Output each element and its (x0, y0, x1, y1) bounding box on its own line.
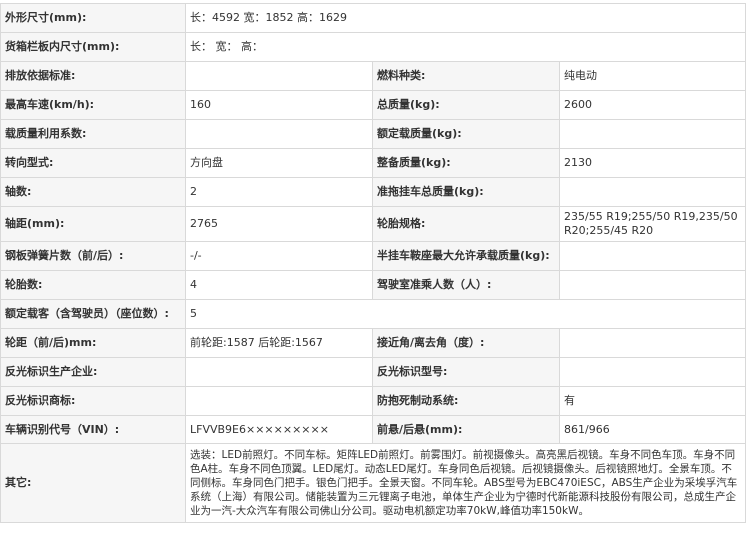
value-rated-load (559, 119, 746, 149)
label-track-width: 轮距（前/后)mm: (0, 328, 186, 358)
table-row: 载质量利用系数: 额定载质量(kg): (0, 119, 746, 149)
label-reflector-brand: 反光标识商标: (0, 386, 186, 416)
label-fuel-type: 燃料种类: (372, 61, 560, 91)
value-cab-capacity (559, 270, 746, 300)
label-reflector-maker: 反光标识生产企业: (0, 357, 186, 387)
value-load-utilization (185, 119, 373, 149)
table-row: 转向型式: 方向盘 整备质量(kg): 2130 (0, 148, 746, 178)
label-saddle-load: 半挂车鞍座最大允许承载质量(kg): (372, 241, 560, 271)
table-row: 反光标识商标: 防抱死制动系统: 有 (0, 386, 746, 416)
table-row: 轮胎数: 4 驾驶室准乘人数（人）: (0, 270, 746, 300)
label-steering-type: 转向型式: (0, 148, 186, 178)
vehicle-spec-table: 外形尺寸(mm): 长：4592 宽：1852 高：1629 货箱栏板内尺寸(m… (0, 3, 746, 523)
value-reflector-maker (185, 357, 373, 387)
table-row: 轴数: 2 准拖挂车总质量(kg): (0, 177, 746, 207)
value-tire-count: 4 (185, 270, 373, 300)
value-axle-count: 2 (185, 177, 373, 207)
value-wheelbase: 2765 (185, 206, 373, 242)
value-abs: 有 (559, 386, 746, 416)
table-row: 最高车速(km/h): 160 总质量(kg): 2600 (0, 90, 746, 120)
value-saddle-load (559, 241, 746, 271)
label-dimensions: 外形尺寸(mm): (0, 3, 186, 33)
label-vin: 车辆识别代号（VIN）: (0, 415, 186, 444)
table-row: 反光标识生产企业: 反光标识型号: (0, 357, 746, 387)
label-cab-capacity: 驾驶室准乘人数（人）: (372, 270, 560, 300)
label-other: 其它: (0, 443, 186, 523)
table-row: 其它: 选装：LED前照灯。不同车标。矩阵LED前照灯。前雾围灯。前视摄像头。高… (0, 443, 746, 523)
label-wheelbase: 轴距(mm): (0, 206, 186, 242)
table-row: 额定载客（含驾驶员）（座位数）: 5 (0, 299, 746, 329)
value-dimensions: 长：4592 宽：1852 高：1629 (185, 3, 746, 33)
label-rated-passengers: 额定载客（含驾驶员）（座位数）: (0, 299, 186, 329)
table-row: 排放依据标准: 燃料种类: 纯电动 (0, 61, 746, 91)
value-track-width: 前轮距:1587 后轮距:1567 (185, 328, 373, 358)
value-reflector-model (559, 357, 746, 387)
label-emission-standard: 排放依据标准: (0, 61, 186, 91)
label-curb-mass: 整备质量(kg): (372, 148, 560, 178)
table-row: 轮距（前/后)mm: 前轮距:1587 后轮距:1567 接近角/离去角（度）: (0, 328, 746, 358)
label-axle-count: 轴数: (0, 177, 186, 207)
label-trailer-mass: 准拖挂车总质量(kg): (372, 177, 560, 207)
value-max-speed: 160 (185, 90, 373, 120)
value-approach-departure-angle (559, 328, 746, 358)
label-max-speed: 最高车速(km/h): (0, 90, 186, 120)
value-other: 选装：LED前照灯。不同车标。矩阵LED前照灯。前雾围灯。前视摄像头。高亮黑后视… (185, 443, 746, 523)
table-row: 货箱栏板内尺寸(mm): 长： 宽： 高： (0, 32, 746, 62)
value-steering-type: 方向盘 (185, 148, 373, 178)
value-emission-standard (185, 61, 373, 91)
value-cargo-box-dimensions: 长： 宽： 高： (185, 32, 746, 62)
value-reflector-brand (185, 386, 373, 416)
value-rated-passengers: 5 (185, 299, 746, 329)
table-row: 外形尺寸(mm): 长：4592 宽：1852 高：1629 (0, 3, 746, 33)
label-rated-load: 额定载质量(kg): (372, 119, 560, 149)
value-trailer-mass (559, 177, 746, 207)
label-leaf-springs: 钢板弹簧片数（前/后）: (0, 241, 186, 271)
table-row: 轴距(mm): 2765 轮胎规格: 235/55 R19;255/50 R19… (0, 206, 746, 242)
value-curb-mass: 2130 (559, 148, 746, 178)
value-leaf-springs: -/- (185, 241, 373, 271)
value-tire-spec: 235/55 R19;255/50 R19,235/50 R20;255/45 … (559, 206, 746, 242)
table-row: 钢板弹簧片数（前/后）: -/- 半挂车鞍座最大允许承载质量(kg): (0, 241, 746, 271)
label-tire-count: 轮胎数: (0, 270, 186, 300)
value-vin: LFVVB9E6××××××××× (185, 415, 373, 444)
label-reflector-model: 反光标识型号: (372, 357, 560, 387)
label-gross-mass: 总质量(kg): (372, 90, 560, 120)
label-tire-spec: 轮胎规格: (372, 206, 560, 242)
table-row: 车辆识别代号（VIN）: LFVVB9E6××××××××× 前悬/后悬(mm)… (0, 415, 746, 444)
value-fuel-type: 纯电动 (559, 61, 746, 91)
label-abs: 防抱死制动系统: (372, 386, 560, 416)
label-cargo-box-dimensions: 货箱栏板内尺寸(mm): (0, 32, 186, 62)
label-overhang: 前悬/后悬(mm): (372, 415, 560, 444)
label-approach-departure-angle: 接近角/离去角（度）: (372, 328, 560, 358)
value-gross-mass: 2600 (559, 90, 746, 120)
value-overhang: 861/966 (559, 415, 746, 444)
label-load-utilization: 载质量利用系数: (0, 119, 186, 149)
